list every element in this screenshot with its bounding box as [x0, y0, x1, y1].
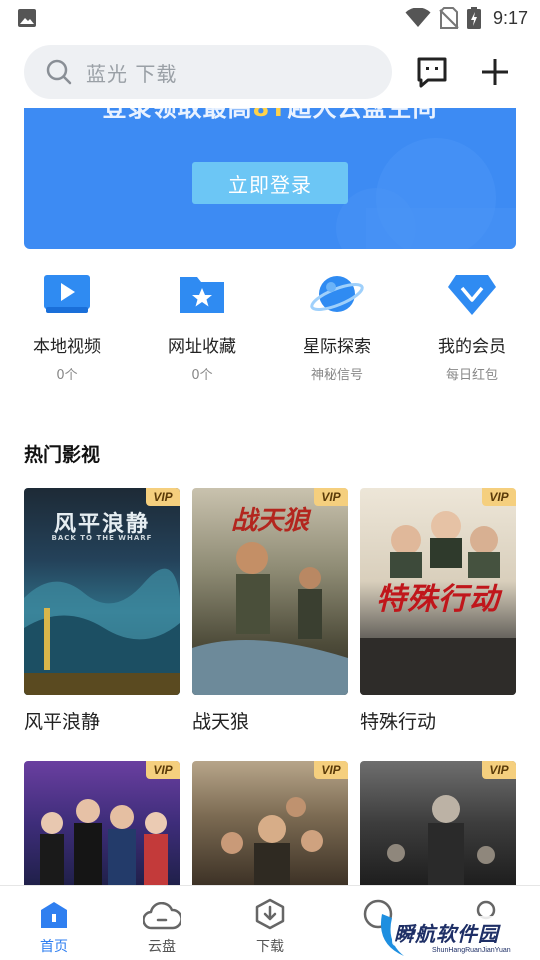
movie-poster[interactable]: 特殊行动 VIP	[360, 488, 516, 695]
movie-title[interactable]: 战天狼	[192, 707, 348, 734]
vip-badge: VIP	[314, 761, 348, 779]
nav-cloud[interactable]: 云盘	[108, 886, 216, 960]
movie-poster[interactable]: 战天狼 VIP	[192, 488, 348, 695]
watermark-logo: 瞬航软件园 ShunHangRuanJianYuan	[374, 904, 540, 958]
cloud-icon	[143, 902, 181, 930]
movie-poster[interactable]: VIP	[192, 761, 348, 885]
photo-notification-icon	[18, 9, 36, 27]
war-art-icon	[387, 795, 495, 885]
movie-poster[interactable]: VIP	[360, 761, 516, 885]
movie-card[interactable]: 战天狼 VIP 战天狼	[192, 488, 348, 734]
movie-poster[interactable]: VIP	[24, 761, 180, 885]
planet-icon	[310, 276, 364, 312]
nav-download[interactable]: 下载	[216, 886, 324, 960]
local-video-icon	[44, 275, 90, 313]
download-icon	[255, 898, 285, 930]
battery-charging-icon	[466, 7, 481, 29]
search-placeholder: 蓝光 下载	[86, 61, 178, 86]
bookmark-folder-icon	[180, 277, 224, 313]
entry-local-video[interactable]: 本地视频 0个	[7, 268, 127, 383]
vip-badge: VIP	[482, 761, 516, 779]
movie-card[interactable]: VIP	[360, 761, 516, 885]
search-input[interactable]: 蓝光 下载	[24, 45, 392, 99]
vip-badge: VIP	[482, 488, 516, 506]
movie-card[interactable]: 风平浪静 BACK TO THE WHARF VIP 风平浪静	[24, 488, 180, 734]
search-icon	[46, 59, 72, 85]
vip-badge: VIP	[146, 761, 180, 779]
group-art-icon	[221, 797, 323, 885]
home-icon	[41, 902, 67, 928]
movie-poster[interactable]: 风平浪静 BACK TO THE WHARF VIP	[24, 488, 180, 695]
movie-title[interactable]: 特殊行动	[360, 707, 516, 734]
vip-badge: VIP	[314, 488, 348, 506]
message-button-icon[interactable]	[415, 55, 449, 89]
login-button[interactable]: 立即登录	[192, 162, 348, 204]
movie-title[interactable]: 风平浪静	[24, 707, 180, 734]
diamond-vip-icon	[448, 275, 496, 315]
nav-home[interactable]: 首页	[0, 886, 108, 960]
poster-title: 特殊行动	[376, 582, 500, 617]
entry-membership[interactable]: 我的会员 每日红包	[412, 268, 532, 383]
movie-card[interactable]: 特殊行动 VIP 特殊行动	[360, 488, 516, 734]
clock: 9:17	[492, 7, 528, 28]
poster-subtitle: BACK TO THE WHARF	[51, 534, 153, 542]
no-sim-icon	[439, 7, 459, 29]
login-banner[interactable]: 登录领取最高8T超大云盘空间 立即登录	[24, 108, 516, 249]
vip-badge: VIP	[146, 488, 180, 506]
status-bar: 9:17	[0, 0, 540, 36]
entry-bookmarks[interactable]: 网址收藏 0个	[142, 268, 262, 383]
movie-card[interactable]: VIP	[192, 761, 348, 885]
cast-art-icon	[40, 799, 168, 885]
section-title-hot: 热门影视	[24, 444, 101, 466]
quick-entries: 本地视频 0个 网址收藏 0个 星际探索 神秘信号 我的会员 每日红包	[0, 268, 540, 388]
wifi-icon	[405, 8, 431, 27]
entry-explore[interactable]: 星际探索 神秘信号	[277, 268, 397, 383]
movie-card[interactable]: VIP	[24, 761, 180, 885]
banner-slogan: 登录领取最高8T超大云盘空间	[102, 108, 438, 122]
add-button-icon[interactable]	[478, 55, 512, 89]
